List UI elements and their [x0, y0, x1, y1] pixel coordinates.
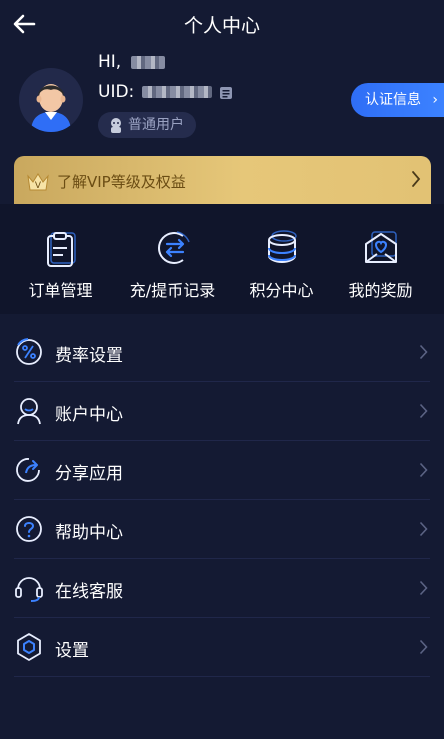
chevron-right-icon — [419, 580, 428, 596]
menu-item-share-app[interactable]: 分享应用 — [14, 441, 430, 500]
profile-section: HI, UID: 普通用户 认证信息 › — [0, 48, 444, 148]
user-icon — [17, 398, 41, 425]
avatar[interactable] — [19, 68, 83, 132]
percent-icon — [16, 338, 42, 365]
menu-item-label: 分享应用 — [55, 464, 123, 484]
quick-actions: 订单管理 充/提币记录 积分中心 我的奖励 — [0, 204, 444, 314]
quick-action-orders[interactable]: 订单管理 — [5, 204, 116, 314]
vip-crown-icon: V — [27, 173, 49, 191]
chevron-right-icon — [419, 344, 428, 360]
quick-action-points[interactable]: 积分中心 — [226, 204, 337, 314]
top-bar: 个人中心 — [0, 0, 444, 48]
menu-item-label: 设置 — [55, 641, 89, 661]
chevron-right-icon — [419, 639, 428, 655]
menu-item-label: 账户中心 — [55, 405, 123, 425]
greeting-text: HI, — [98, 52, 122, 72]
quick-action-label: 订单管理 — [28, 281, 93, 300]
menu-item-label: 费率设置 — [55, 346, 123, 366]
masked-uid — [141, 86, 212, 98]
page-title: 个人中心 — [183, 15, 260, 37]
reward-heart-icon — [364, 231, 397, 263]
quick-action-label: 充/提币记录 — [129, 281, 216, 300]
chevron-right-icon — [412, 171, 421, 187]
masked-username — [130, 55, 165, 69]
menu-item-label: 在线客服 — [55, 582, 123, 602]
uid-label: UID: — [98, 82, 135, 102]
greeting-line: HI, — [98, 52, 165, 72]
help-icon — [16, 516, 42, 542]
headset-icon — [15, 577, 43, 602]
verify-info-button[interactable]: 认证信息 › — [351, 83, 444, 117]
exchange-icon — [157, 231, 190, 264]
vip-banner-text: 了解VIP等级及权益 — [57, 173, 186, 191]
share-icon — [16, 458, 40, 482]
menu-item-fee-settings[interactable]: 费率设置 — [14, 323, 430, 382]
chevron-right-icon: › — [432, 92, 438, 108]
clipboard-icon — [46, 232, 76, 267]
quick-action-label: 我的奖励 — [348, 281, 413, 300]
user-level-text: 普通用户 — [128, 117, 184, 133]
menu-item-label: 帮助中心 — [55, 523, 123, 543]
settings-hex-icon — [17, 633, 41, 661]
vip-banner[interactable]: V 了解VIP等级及权益 — [14, 156, 431, 204]
chevron-right-icon — [419, 521, 428, 537]
level-icon — [111, 118, 121, 133]
uid-line: UID: — [98, 82, 212, 102]
menu-item-help-center[interactable]: 帮助中心 — [14, 500, 430, 559]
menu-item-settings[interactable]: 设置 — [14, 618, 430, 677]
coins-stack-icon — [267, 230, 297, 264]
copy-icon[interactable] — [219, 86, 233, 100]
chevron-right-icon — [419, 403, 428, 419]
user-level-badge: 普通用户 — [98, 112, 196, 138]
menu-item-account-center[interactable]: 账户中心 — [14, 382, 430, 441]
vip-badge-letter: V — [35, 181, 42, 191]
quick-action-rewards[interactable]: 我的奖励 — [325, 204, 436, 314]
quick-action-deposit-withdraw[interactable]: 充/提币记录 — [117, 204, 228, 314]
avatar-user-icon — [31, 84, 71, 132]
quick-action-label: 积分中心 — [249, 281, 314, 300]
menu-item-online-support[interactable]: 在线客服 — [14, 559, 430, 618]
verify-info-label: 认证信息 — [365, 92, 421, 108]
chevron-right-icon — [419, 462, 428, 478]
settings-menu: 费率设置 账户中心 分享应用 帮助中心 在线客服 设置 — [0, 323, 444, 677]
